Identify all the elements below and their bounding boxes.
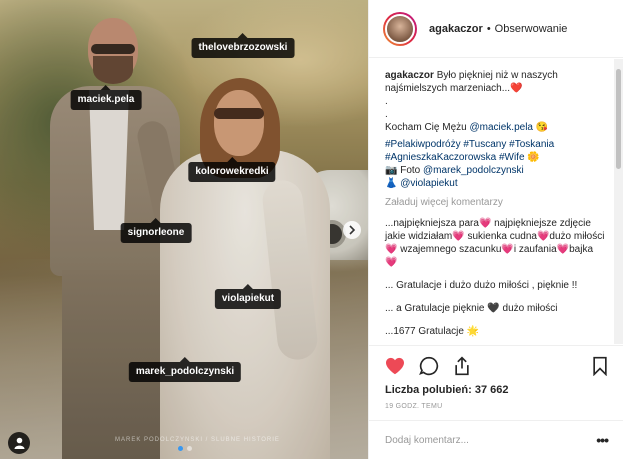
comment-item: ...najpiękniejsza para💗 najpiękniejsze z… <box>385 217 605 269</box>
photo-tag-marek-podolczynski[interactable]: marek_podolczynski <box>128 357 242 382</box>
mention-maciek-pela[interactable]: @maciek.pela <box>469 122 533 133</box>
comment-text: ... a Gratulacje pięknie 🖤 dużo miłości <box>385 303 558 314</box>
caption-line-4: 📷 Foto @marek_podolczynski <box>385 164 605 177</box>
photo-watermark: MAREK PODOLCZYNSKI / SLUBNE HISTORIE <box>115 437 280 443</box>
carousel-dots <box>178 446 192 451</box>
post-header: agakaczor • Obserwowanie <box>369 0 623 58</box>
caption-line-4-prefix: 📷 Foto <box>385 165 424 176</box>
chevron-right-icon[interactable] <box>343 221 361 239</box>
caption-line-2: Kocham Cię Mężu @maciek.pela 😘 <box>385 121 605 134</box>
avatar[interactable] <box>383 11 417 46</box>
carousel-dot <box>187 446 192 451</box>
photo-tag-kolorowekredki[interactable]: kolorowekredki <box>188 157 276 182</box>
comment-input[interactable] <box>385 434 597 446</box>
share-icon[interactable] <box>453 355 471 376</box>
post-side-panel: agakaczor • Obserwowanie agakaczor Było … <box>368 0 623 459</box>
caption-username[interactable]: agakaczor <box>385 70 434 81</box>
header-separator: • <box>486 22 491 35</box>
load-more-comments-button[interactable]: Załaduj więcej komentarzy <box>385 196 605 209</box>
follow-button[interactable]: Obserwowanie <box>495 23 568 35</box>
comment-item: ...1677 Gratulacje 🌟 <box>385 325 605 338</box>
comment-item: ... Gratulacje i dużo dużo miłości , pię… <box>385 279 605 292</box>
add-comment-bar: ••• <box>369 420 623 459</box>
comment-text: ... Gratulacje i dużo dużo miłości , pię… <box>385 280 578 291</box>
photo-tag-signorleone[interactable]: signorleone <box>120 218 192 243</box>
comment-icon[interactable] <box>419 356 439 376</box>
bookmark-icon[interactable] <box>592 356 608 376</box>
person-icon[interactable] <box>8 432 30 454</box>
scrollbar-thumb[interactable] <box>616 69 621 169</box>
post-photo[interactable]: thelovebrzozowski maciek.pela kolorowekr… <box>0 0 368 459</box>
carousel-dot-active <box>178 446 183 451</box>
photo-tag-violapiekut[interactable]: violapiekut <box>214 284 282 309</box>
comments-list[interactable]: agakaczor Było piękniej niż w naszych na… <box>369 59 611 344</box>
action-bar <box>369 345 623 385</box>
caption: agakaczor Było piękniej niż w naszych na… <box>385 69 605 190</box>
caption-dot-2: . <box>385 109 388 120</box>
ellipsis-icon[interactable]: ••• <box>596 432 609 448</box>
post-timestamp[interactable]: 19 GODZ. TEMU <box>385 403 442 410</box>
caption-line-5-prefix: 👗 <box>385 178 401 189</box>
heart-icon[interactable] <box>385 357 405 375</box>
caption-line-2-emoji: 😘 <box>533 122 549 133</box>
caption-hashtags[interactable]: #Pelakiwpodróży #Tuscany #Toskania #Agni… <box>385 138 605 164</box>
photo-tag-thelovebrzozowski[interactable]: thelovebrzozowski <box>191 33 295 58</box>
mention-marek-podolczynski[interactable]: @marek_podolczynski <box>423 165 524 176</box>
comment-text: ...najpiękniejsza para💗 najpiękniejsze z… <box>385 218 605 268</box>
header-username[interactable]: agakaczor <box>429 23 483 35</box>
likes-count[interactable]: Liczba polubień: 37 662 <box>385 384 508 396</box>
mention-violapiekut[interactable]: @violapiekut <box>400 178 457 189</box>
comment-item: ... a Gratulacje pięknie 🖤 dużo miłości <box>385 302 605 315</box>
comment-text: ...1677 Gratulacje 🌟 <box>385 326 480 337</box>
avatar-image <box>385 13 415 44</box>
caption-dot-1: . <box>385 96 388 107</box>
comments-scrollbar[interactable] <box>614 59 623 344</box>
caption-line-5: 👗 @violapiekut <box>385 177 605 190</box>
photo-tag-maciek-pela[interactable]: maciek.pela <box>70 85 142 110</box>
instagram-post: thelovebrzozowski maciek.pela kolorowekr… <box>0 0 623 459</box>
caption-line-2-text: Kocham Cię Mężu <box>385 122 470 133</box>
